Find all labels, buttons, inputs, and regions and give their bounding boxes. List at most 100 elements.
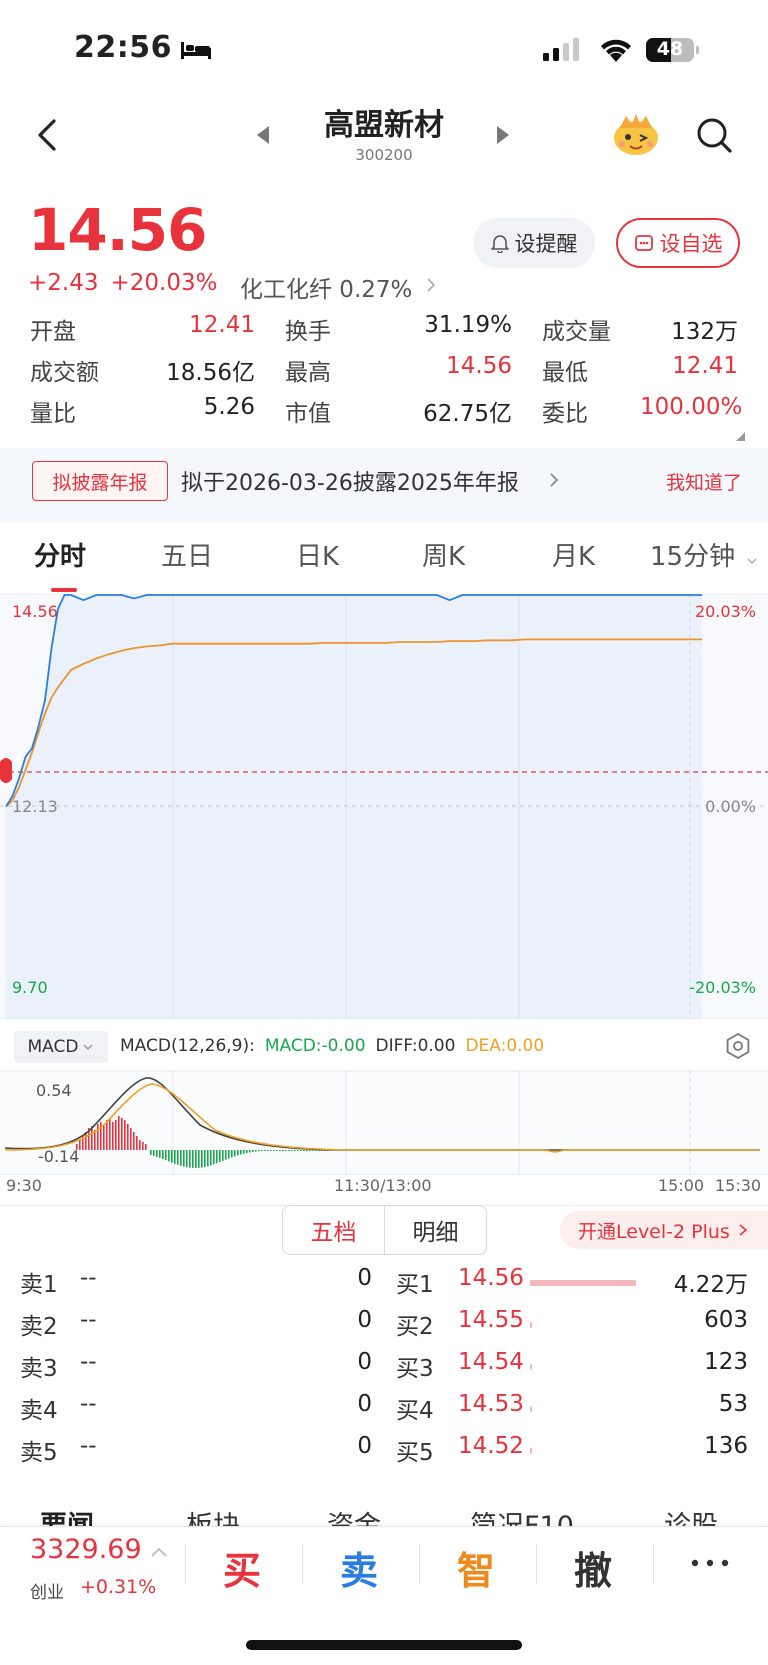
bid-volume-bar [530,1280,636,1286]
industry-link[interactable]: 化工化纤 0.27% [240,270,412,304]
tab-intraday[interactable]: 分时 [34,536,86,573]
buy-button[interactable]: 买 [202,1540,282,1595]
add-watchlist-button[interactable]: 设自选 [616,218,740,268]
macd-negative-bar [243,1150,245,1154]
stat-value: 31.19% [424,312,512,338]
more-icon[interactable] [690,1558,730,1568]
macd-negative-bar [192,1150,194,1168]
macd-negative-bar [297,1150,299,1151]
index-value[interactable]: 3329.69 [30,1534,142,1565]
macd-negative-bar [309,1150,311,1151]
stats-row: 成交额 18.56亿 最高 14.56 最低 12.41 [30,353,740,394]
orderbook-row[interactable]: 卖3 -- 0 买3 14.54 123 [0,1349,768,1391]
macd-positive-bar [124,1120,126,1150]
macd-negative-bar [165,1150,167,1161]
macd-negative-bar [150,1150,152,1155]
macd-negative-bar [312,1150,314,1151]
previous-stock-icon[interactable] [255,125,271,145]
next-stock-icon[interactable] [495,125,511,145]
indicator-selector-label: MACD [27,1037,79,1057]
toolbar-separator [653,1544,654,1584]
stats-grid: 开盘 12.41 换手 31.19% 成交量 132万 成交额 18.56亿 最… [30,312,743,435]
stats-row: 开盘 12.41 换手 31.19% 成交量 132万 [30,312,740,353]
level2-upgrade-button[interactable]: 开通Level-2 Plus [560,1211,768,1249]
macd-negative-bar [159,1150,161,1158]
tab-diagnosis[interactable]: 诊股 [664,1504,718,1526]
tab-15-minute[interactable]: 15分钟 [650,536,735,573]
tab-sectors[interactable]: 板块 [186,1504,240,1526]
chart-period-tabs: 分时 五日 日K 周K 月K 15分钟 [0,536,768,594]
cancel-order-button[interactable]: 撤 [553,1540,633,1595]
macd-negative-bar [273,1150,275,1151]
chevron-down-icon[interactable] [746,556,758,566]
orderbook-row[interactable]: 卖4 -- 0 买4 14.53 53 [0,1391,768,1433]
macd-negative-bar [258,1150,260,1152]
orderbook-row[interactable]: 卖2 -- 0 买2 14.55 603 [0,1307,768,1349]
smart-trade-button[interactable]: 智 [436,1540,516,1595]
sell-label: 卖1 [20,1272,58,1298]
tab-five-levels[interactable]: 五档 [283,1206,385,1254]
indicator-selector[interactable]: MACD [14,1031,108,1063]
macd-chart[interactable]: 0.54 -0.14 [0,1070,768,1175]
macd-positive-bar [136,1136,138,1150]
chart-y-top-label: 14.56 [12,602,58,621]
chart-pct-bottom-label: -20.03% [689,978,756,997]
tab-five-day[interactable]: 五日 [161,536,213,573]
announcement-text[interactable]: 拟于2026-03-26披露2025年年报 [181,465,519,497]
bell-icon [490,235,509,253]
macd-negative-bar [300,1150,302,1151]
macd-negative-bar [189,1150,191,1168]
stat-label: 委比 [542,401,588,427]
stat-value: 5.26 [203,394,255,420]
tab-funds[interactable]: 资金 [327,1504,381,1526]
macd-negative-bar [183,1150,185,1167]
orderbook-row[interactable]: 卖1 -- 0 买1 14.56 4.22万 [0,1265,768,1307]
macd-negative-bar [156,1150,158,1157]
expand-stats-icon[interactable] [736,432,745,441]
intraday-price-chart[interactable]: 14.56 12.13 9.70 20.03% 0.00% -20.03% [0,594,768,1019]
tab-daily-k[interactable]: 日K [296,536,339,573]
home-indicator [246,1640,522,1650]
tab-weekly-k[interactable]: 周K [422,536,465,573]
tab-news[interactable]: 要闻 [40,1504,94,1526]
chevron-up-icon[interactable] [150,1546,168,1558]
macd-values: MACD(12,26,9): MACD:-0.00 DIFF:0.00 DEA:0.0… [120,1036,554,1056]
tab-monthly-k[interactable]: 月K [552,536,595,573]
macd-positive-bar [139,1140,141,1150]
macd-positive-bar [106,1120,108,1150]
chart-y-bottom-label: 9.70 [12,978,48,997]
indicator-settings-icon[interactable] [724,1032,752,1060]
macd-negative-bar [162,1150,164,1160]
chevron-right-icon [550,473,559,487]
stats-row: 量比 5.26 市值 62.75亿 委比 100.00% [30,394,743,435]
stat-label: 换手 [285,319,331,345]
orderbook-row[interactable]: 卖5 -- 0 买5 14.52 136 [0,1433,768,1475]
stat-label: 成交额 [30,360,99,386]
back-arrow-icon[interactable] [28,115,68,155]
chart-pct-top-label: 20.03% [695,602,756,621]
sell-price: -- [80,1391,97,1417]
buy-volume: 136 [704,1433,748,1459]
sell-button[interactable]: 卖 [319,1540,399,1595]
macd-negative-bar [264,1150,266,1151]
bid-volume-bar [530,1448,532,1454]
tab-trade-details[interactable]: 明细 [385,1206,486,1254]
stat-value: 100.00% [640,394,743,420]
macd-negative-bar [210,1150,212,1166]
sell-label: 卖5 [20,1440,58,1466]
macd-negative-bar [225,1150,227,1160]
tab-f10[interactable]: 简况F10 [470,1504,574,1526]
watchlist-icon [634,235,653,251]
macd-positive-bar [133,1132,135,1150]
dismiss-announcement-button[interactable]: 我知道了 [666,468,742,495]
search-icon[interactable] [694,115,734,155]
macd-positive-bar [115,1120,117,1150]
sell-price: -- [80,1307,97,1333]
toolbar-separator [536,1544,537,1584]
macd-negative-bar [198,1150,200,1168]
macd-positive-bar [127,1124,129,1150]
macd-negative-bar [255,1150,257,1152]
set-alert-button[interactable]: 设提醒 [473,218,595,268]
macd-params: MACD(12,26,9): [120,1036,255,1056]
mascot-assistant-icon[interactable] [610,110,662,158]
